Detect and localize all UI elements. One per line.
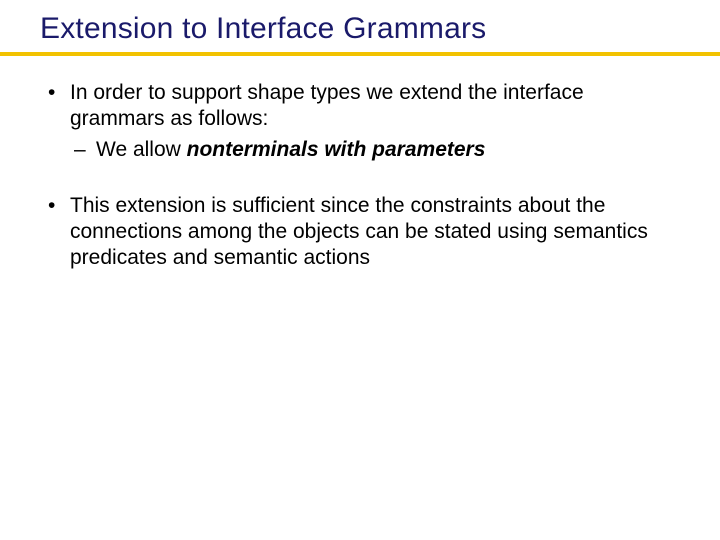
bullet-list: In order to support shape types we exten…	[44, 80, 676, 272]
bullet-text: We allow	[96, 138, 187, 161]
title-area: Extension to Interface Grammars	[0, 0, 720, 46]
list-item: In order to support shape types we exten…	[44, 80, 676, 163]
emphasis-text: nonterminals with parameters	[187, 138, 486, 161]
list-item: This extension is sufficient since the c…	[44, 193, 676, 272]
slide-title: Extension to Interface Grammars	[40, 12, 720, 46]
slide-body: In order to support shape types we exten…	[0, 56, 720, 272]
bullet-text: This extension is sufficient since the c…	[70, 194, 648, 270]
list-item: We allow nonterminals with parameters	[70, 137, 676, 163]
bullet-text: In order to support shape types we exten…	[70, 81, 584, 130]
sub-bullet-list: We allow nonterminals with parameters	[70, 137, 676, 163]
slide: Extension to Interface Grammars In order…	[0, 0, 720, 540]
